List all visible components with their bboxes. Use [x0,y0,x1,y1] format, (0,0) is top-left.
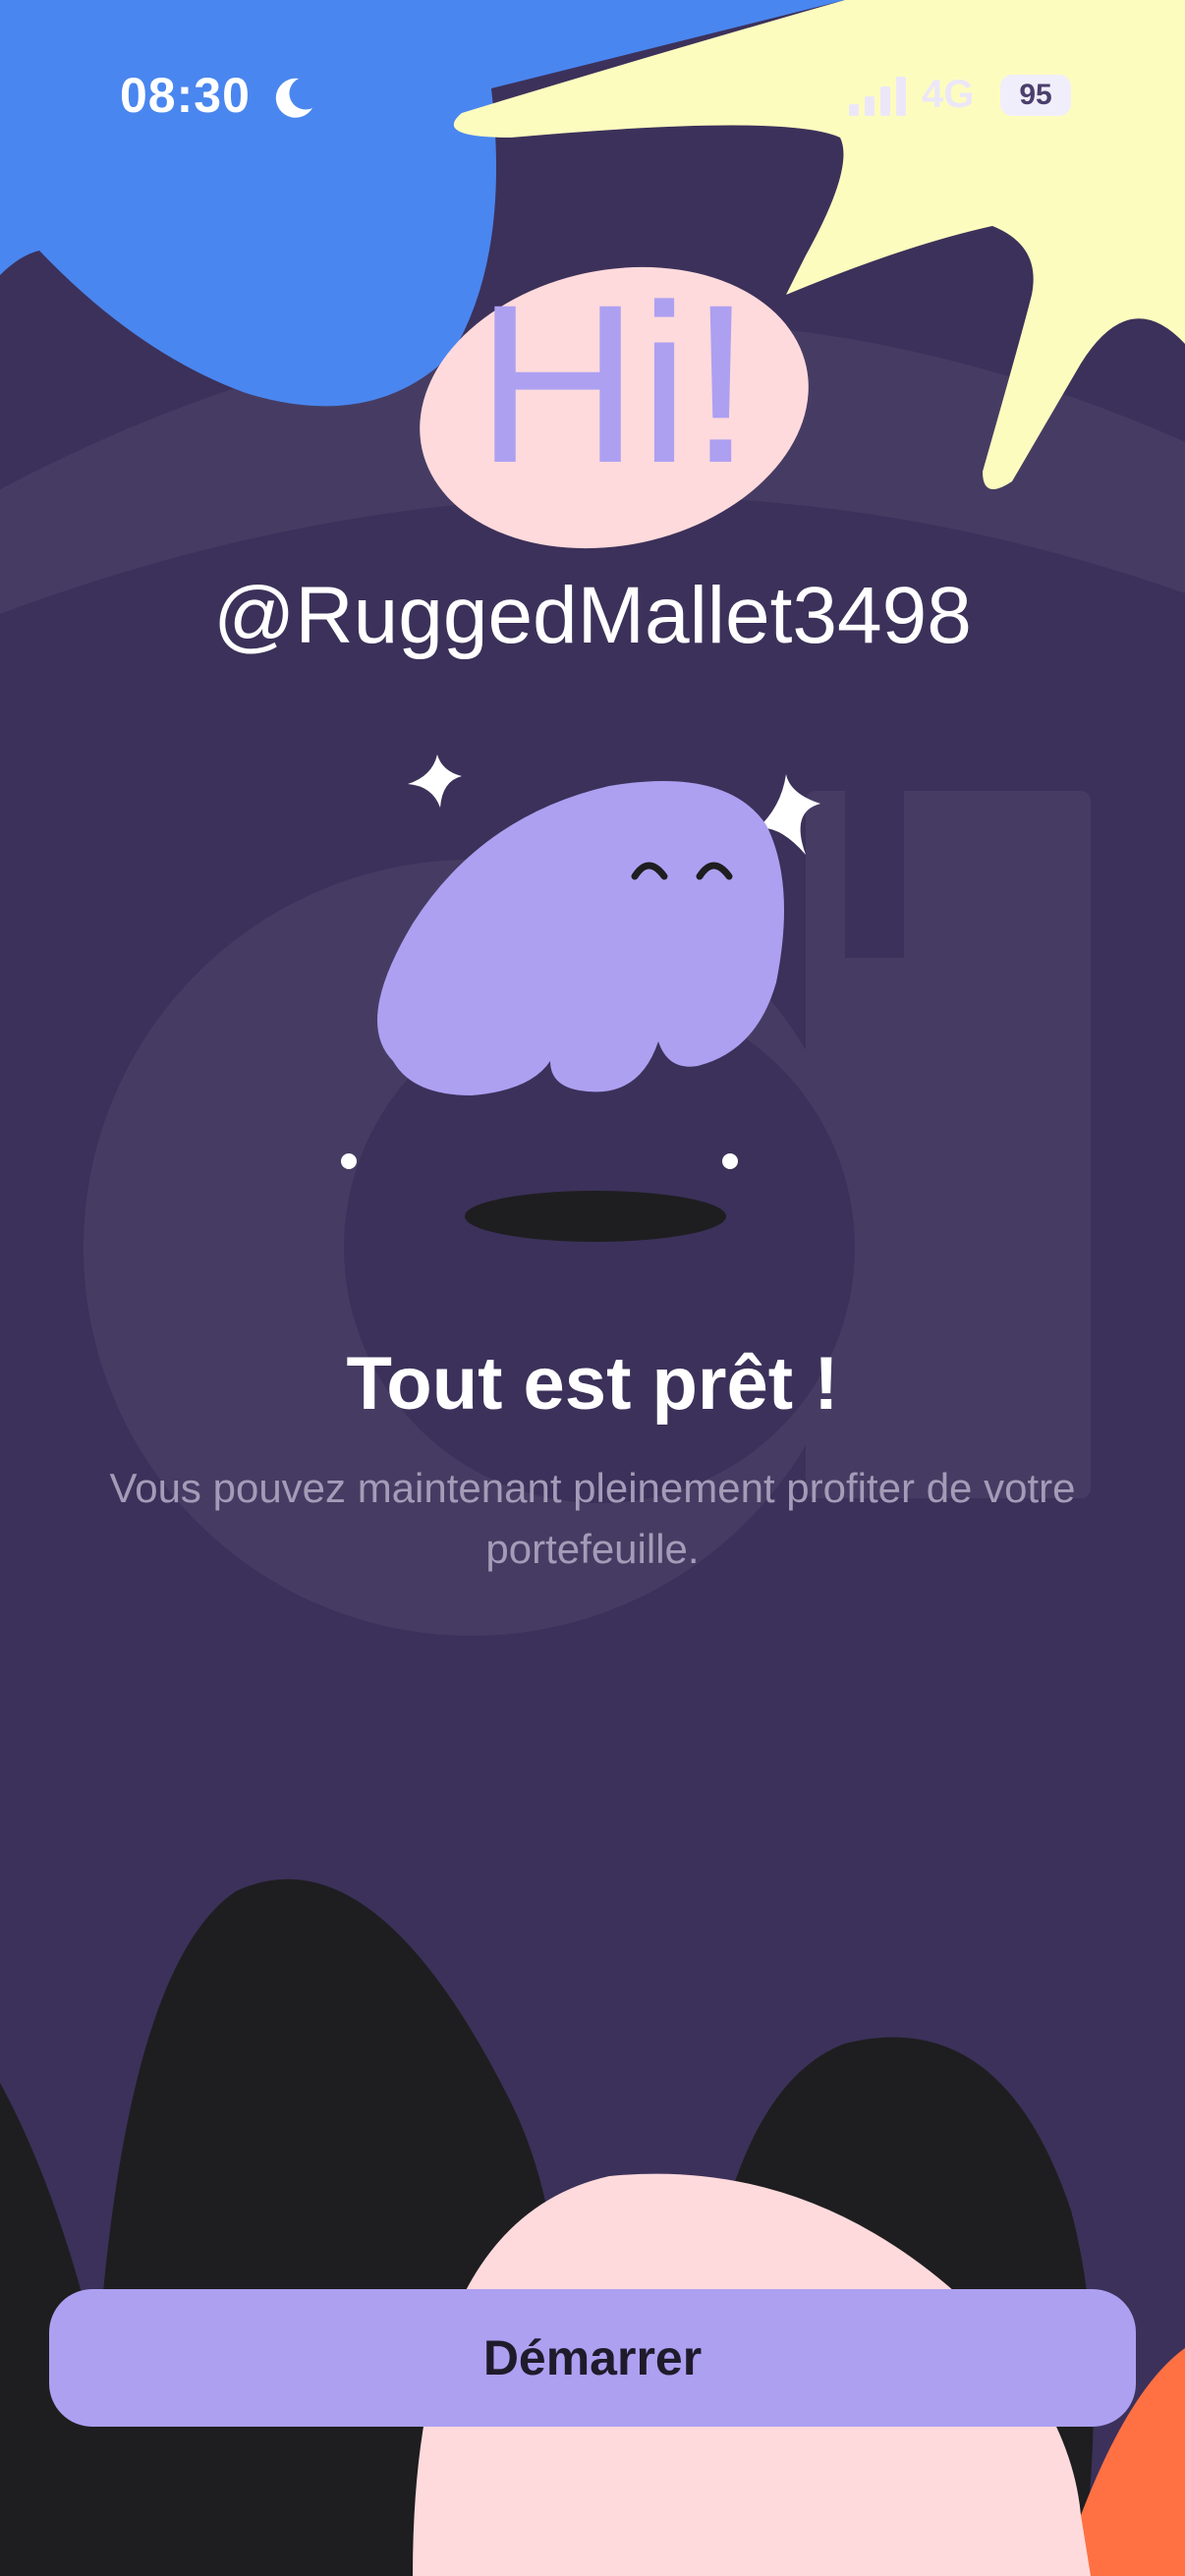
signal-icon [849,77,906,116]
network-type: 4G [922,73,975,116]
success-title: Tout est prêt ! [346,1342,839,1426]
status-bar: 08:30 4G 95 [0,0,1185,196]
status-time: 08:30 [120,68,251,123]
username: @RuggedMallet3498 [213,571,972,660]
greeting-text: Hi! [476,257,752,510]
moon-icon [275,78,312,118]
start-button[interactable]: Démarrer [49,2289,1136,2427]
ghost-shadow [465,1191,726,1242]
battery-icon: 95 [1000,75,1071,116]
hi-speech-bubble: Hi! [420,257,809,549]
mascot-ghost-illustration [341,755,820,1242]
success-subtitle: Vous pouvez maintenant pleinement profit… [109,1465,1076,1572]
ghost-body [377,781,784,1095]
